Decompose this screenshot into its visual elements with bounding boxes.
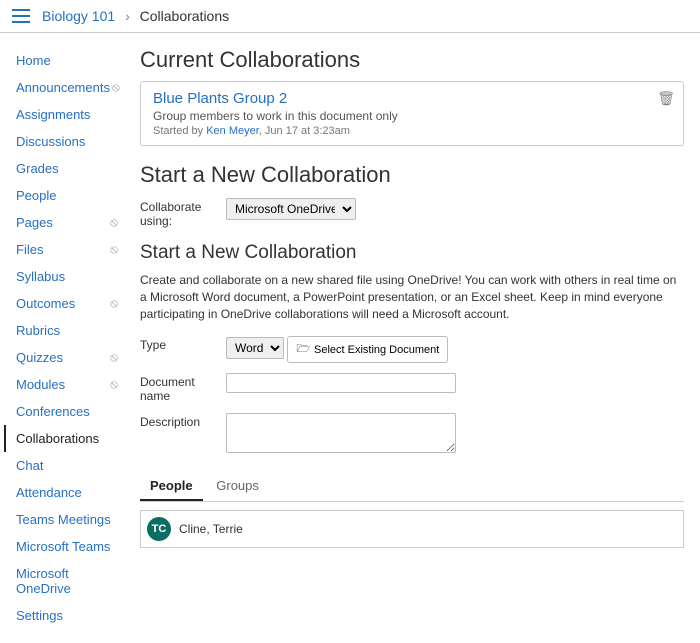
start-collaboration-heading: Start a New Collaboration [140, 162, 684, 188]
started-by-prefix: Started by [153, 125, 206, 137]
main-content: Current Collaborations 🗑 Blue Plants Gro… [124, 33, 700, 643]
breadcrumb: Biology 101 › Collaborations [42, 8, 229, 24]
sidebar-item-label: Teams Meetings [16, 512, 118, 527]
breadcrumb-course[interactable]: Biology 101 [42, 8, 115, 24]
collaborate-using-label: Collaborate using: [140, 198, 226, 228]
sidebar-item-label: Home [16, 53, 118, 68]
select-existing-label: Select Existing Document [314, 344, 439, 356]
page-header: Biology 101 › Collaborations [0, 0, 700, 33]
sidebar-item-label: Discussions [16, 134, 118, 149]
sidebar-item-pages[interactable]: Pages⦸ [16, 209, 118, 236]
sidebar-item-home[interactable]: Home [16, 47, 118, 74]
sidebar-item-rubrics[interactable]: Rubrics [16, 317, 118, 344]
sidebar-item-collaborations[interactable]: Collaborations [16, 425, 118, 452]
start-collaboration-subheading: Start a New Collaboration [140, 242, 684, 264]
sidebar-item-conferences[interactable]: Conferences [16, 398, 118, 425]
collaborator-tabs: People Groups [140, 472, 684, 502]
sidebar-item-label: Attendance [16, 485, 118, 500]
sidebar-item-label: Rubrics [16, 323, 118, 338]
started-by-user[interactable]: Ken Meyer [206, 125, 259, 137]
tab-people[interactable]: People [140, 472, 203, 501]
eye-off-icon: ⦸ [110, 377, 118, 392]
sidebar-item-label: Grades [16, 161, 118, 176]
description-textarea[interactable] [226, 413, 456, 453]
onedrive-description: Create and collaborate on a new shared f… [140, 272, 684, 322]
list-item[interactable]: TC Cline, Terrie [145, 515, 679, 543]
sidebar-item-label: Settings [16, 608, 118, 623]
eye-off-icon: ⦸ [110, 215, 118, 230]
document-name-input[interactable] [226, 373, 456, 393]
chevron-right-icon: › [125, 8, 130, 24]
sidebar-item-label: Announcements [16, 80, 110, 95]
tab-groups[interactable]: Groups [206, 472, 269, 501]
people-list[interactable]: TC Cline, Terrie [140, 510, 684, 548]
current-collaborations-heading: Current Collaborations [140, 47, 684, 73]
select-existing-document-button[interactable]: 🗁 Select Existing Document [287, 336, 448, 363]
sidebar-item-grades[interactable]: Grades [16, 155, 118, 182]
sidebar-item-files[interactable]: Files⦸ [16, 236, 118, 263]
sidebar-item-label: Microsoft Teams [16, 539, 118, 554]
collaboration-meta: Started by Ken Meyer, Jun 17 at 3:23am [153, 125, 671, 137]
sidebar-item-label: Assignments [16, 107, 118, 122]
sidebar-item-attendance[interactable]: Attendance [16, 479, 118, 506]
collaboration-title[interactable]: Blue Plants Group 2 [153, 90, 671, 107]
sidebar-item-outcomes[interactable]: Outcomes⦸ [16, 290, 118, 317]
sidebar-item-teams-meetings[interactable]: Teams Meetings [16, 506, 118, 533]
sidebar-item-discussions[interactable]: Discussions [16, 128, 118, 155]
sidebar-item-settings[interactable]: Settings [16, 602, 118, 629]
sidebar-item-label: Pages [16, 215, 108, 230]
collaborate-using-select[interactable]: Microsoft OneDrive [226, 198, 356, 220]
sidebar-item-label: Modules [16, 377, 108, 392]
sidebar-item-syllabus[interactable]: Syllabus [16, 263, 118, 290]
sidebar-item-people[interactable]: People [16, 182, 118, 209]
eye-off-icon: ⦸ [112, 80, 120, 95]
person-name: Cline, Terrie [179, 522, 243, 536]
collaboration-card: 🗑 Blue Plants Group 2 Group members to w… [140, 81, 684, 146]
breadcrumb-page: Collaborations [140, 8, 230, 24]
eye-off-icon: ⦸ [110, 350, 118, 365]
trash-icon[interactable]: 🗑 [657, 90, 675, 107]
sidebar-item-label: People [16, 188, 118, 203]
sidebar-item-label: Microsoft OneDrive [16, 566, 118, 596]
sidebar-item-label: Conferences [16, 404, 118, 419]
sidebar-item-microsoft-teams[interactable]: Microsoft Teams [16, 533, 118, 560]
type-select[interactable]: Word [226, 337, 284, 359]
description-label: Description [140, 413, 226, 429]
folder-icon: 🗁 [296, 340, 310, 359]
sidebar-item-announcements[interactable]: Announcements⦸ [16, 74, 118, 101]
sidebar-item-quizzes[interactable]: Quizzes⦸ [16, 344, 118, 371]
eye-off-icon: ⦸ [110, 296, 118, 311]
eye-off-icon: ⦸ [110, 242, 118, 257]
avatar: TC [147, 517, 171, 541]
sidebar-item-label: Files [16, 242, 108, 257]
course-sidebar: HomeAnnouncements⦸AssignmentsDiscussions… [0, 33, 124, 643]
sidebar-item-chat[interactable]: Chat [16, 452, 118, 479]
sidebar-item-microsoft-onedrive[interactable]: Microsoft OneDrive [16, 560, 118, 602]
sidebar-item-label: Collaborations [16, 431, 118, 446]
document-name-label: Document name [140, 373, 226, 403]
sidebar-item-assignments[interactable]: Assignments [16, 101, 118, 128]
sidebar-item-label: Chat [16, 458, 118, 473]
started-by-suffix: , Jun 17 at 3:23am [259, 125, 350, 137]
sidebar-item-label: Quizzes [16, 350, 108, 365]
collaboration-description: Group members to work in this document o… [153, 109, 671, 123]
type-label: Type [140, 336, 226, 352]
hamburger-menu-icon[interactable] [12, 9, 30, 23]
sidebar-item-modules[interactable]: Modules⦸ [16, 371, 118, 398]
sidebar-item-label: Syllabus [16, 269, 118, 284]
sidebar-item-label: Outcomes [16, 296, 108, 311]
